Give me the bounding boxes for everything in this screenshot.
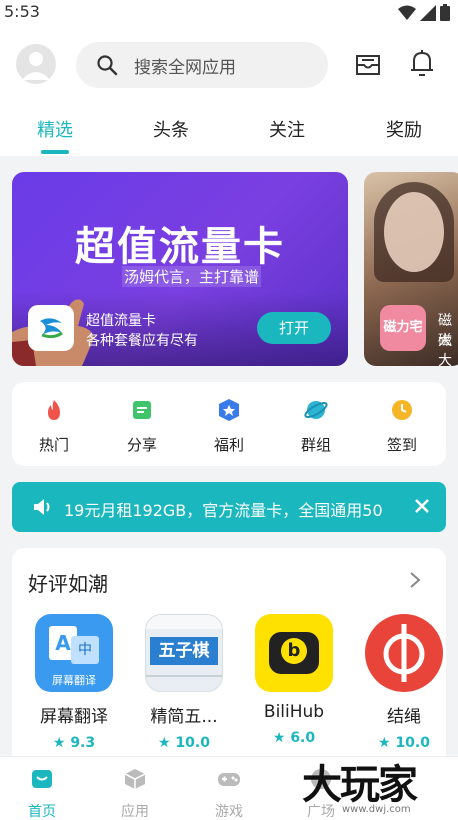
- quick-link-checkin[interactable]: 签到: [372, 398, 432, 455]
- nav-label: 应用: [121, 804, 149, 820]
- app-item-screen-translate[interactable]: A 中 屏幕翻译 屏幕翻译 ★ 9.3: [24, 614, 124, 751]
- user-icon: [22, 52, 50, 80]
- banner2-photo-face: [384, 192, 444, 272]
- status-icons: [398, 4, 450, 21]
- flame-icon: [48, 400, 60, 420]
- wifi-icon: [398, 5, 416, 20]
- app-item-jieshéng[interactable]: 结绳 ★ 10.0: [354, 614, 454, 751]
- app-name: 结绳: [387, 707, 421, 727]
- banner-app-name: 超值流量卡: [86, 313, 156, 329]
- tab-headlines[interactable]: 头条: [136, 116, 206, 142]
- signal-icon: [420, 4, 436, 21]
- gift-badge-icon: [219, 399, 239, 421]
- app-rating-value: 9.3: [70, 735, 96, 751]
- nav-home[interactable]: 首页: [7, 767, 77, 820]
- notice-text: 19元月租192GB，官方流量卡，全国通用50: [64, 501, 383, 520]
- watermark-site: www.dwj.com: [342, 804, 411, 815]
- quick-link-hot[interactable]: 热门: [24, 398, 84, 455]
- notice-bar[interactable]: 19元月租192GB，官方流量卡，全国通用50: [12, 482, 446, 532]
- chevron-right-icon[interactable]: [408, 570, 422, 590]
- inbox-icon[interactable]: [354, 50, 382, 78]
- speaker-icon: [34, 499, 50, 515]
- gomoku-app-icon: 五子棋: [145, 614, 223, 692]
- translate-app-icon-text: 屏幕翻译: [52, 674, 96, 687]
- quick-link-label: 签到: [386, 436, 417, 454]
- app-name: 精简五...: [150, 707, 218, 727]
- cili-app-icon: 磁力宅: [380, 305, 426, 351]
- watermark-logo: 大玩家 www.dwj.com: [290, 752, 458, 820]
- app-rating-value: 10.0: [395, 735, 430, 751]
- search-placeholder: 搜索全网应用: [134, 57, 236, 78]
- search-icon: [97, 55, 118, 76]
- gamepad-icon: [218, 773, 240, 786]
- banner2-app-desc: 磁大: [438, 333, 452, 366]
- app-item-gomoku[interactable]: 五子棋 精简五... ★ 10.0: [134, 614, 234, 751]
- app-rating: ★ 6.0: [272, 730, 316, 746]
- quick-link-label: 群组: [300, 436, 331, 454]
- top-header: 搜索全网应用 精选 头条 关注 奖励: [0, 26, 458, 156]
- app-rating: ★ 9.3: [52, 735, 96, 751]
- home-bag-icon: [32, 770, 52, 788]
- quick-link-label: 分享: [126, 436, 157, 454]
- gomoku-app-icon-text: 五子棋: [150, 637, 218, 665]
- bilihub-app-icon: b: [255, 614, 333, 692]
- quick-links-card: 热门 分享 福利 群组 签到: [12, 382, 446, 466]
- tab-rewards[interactable]: 奖励: [369, 116, 439, 142]
- section-title: 好评如潮: [28, 572, 108, 596]
- app-rating-value: 6.0: [290, 730, 316, 746]
- clock-icon: [392, 400, 412, 420]
- avatar[interactable]: [16, 44, 56, 84]
- app-item-bilihub[interactable]: b BiliHub ★ 6.0: [244, 614, 344, 746]
- share-icon: [133, 401, 151, 419]
- nav-apps[interactable]: 应用: [100, 767, 170, 820]
- cube-icon: [124, 769, 146, 789]
- featured-banner[interactable]: 超值流量卡 汤姆代言，主打靠谱 超值流量卡 各种套餐应有尽有 打开: [12, 172, 348, 366]
- nav-games[interactable]: 游戏: [194, 767, 264, 820]
- tab-featured[interactable]: 精选: [20, 116, 90, 142]
- close-icon[interactable]: [410, 494, 434, 518]
- app-rating: ★ 10.0: [158, 735, 210, 751]
- quick-link-welfare[interactable]: 福利: [199, 398, 259, 455]
- banner-app-desc: 各种套餐应有尽有: [86, 333, 198, 349]
- knot-icon: [383, 624, 425, 682]
- app-name: BiliHub: [263, 702, 325, 722]
- quick-link-label: 热门: [38, 436, 69, 454]
- quick-link-label: 福利: [213, 436, 244, 454]
- quick-link-share[interactable]: 分享: [112, 398, 172, 455]
- bell-icon[interactable]: [408, 48, 436, 78]
- tab-following[interactable]: 关注: [252, 116, 322, 142]
- featured-banner-next[interactable]: 磁力宅 磁大 磁大: [364, 172, 458, 366]
- translate-app-icon: A 中 屏幕翻译: [35, 614, 113, 692]
- tab-indicator: [41, 150, 69, 154]
- status-bar: 5:53: [0, 0, 458, 26]
- banner-title: 超值流量卡: [75, 223, 285, 270]
- recommend-section: 好评如潮 A 中 屏幕翻译 屏幕翻译 ★ 9.3 五子棋 精简五... ★ 10…: [12, 548, 446, 768]
- watermark-text: 大玩家: [302, 761, 418, 808]
- app-rating-value: 10.0: [175, 735, 210, 751]
- app-rating: ★ 10.0: [378, 735, 430, 751]
- knot-app-icon: [365, 614, 443, 692]
- app-name: 屏幕翻译: [40, 707, 108, 727]
- planet-icon: [304, 401, 328, 419]
- china-mobile-logo-icon: [28, 305, 74, 351]
- open-button[interactable]: 打开: [257, 312, 331, 344]
- search-input[interactable]: 搜索全网应用: [76, 42, 328, 88]
- quick-link-groups[interactable]: 群组: [286, 398, 346, 455]
- status-time: 5:53: [4, 2, 40, 21]
- banner-subtitle: 汤姆代言，主打靠谱: [122, 266, 262, 287]
- tab-bar: 精选 头条 关注 奖励: [0, 116, 458, 156]
- bilihub-app-icon-text: b: [281, 638, 307, 664]
- battery-icon: [440, 4, 450, 21]
- nav-label: 游戏: [215, 804, 243, 820]
- nav-label: 首页: [28, 804, 56, 820]
